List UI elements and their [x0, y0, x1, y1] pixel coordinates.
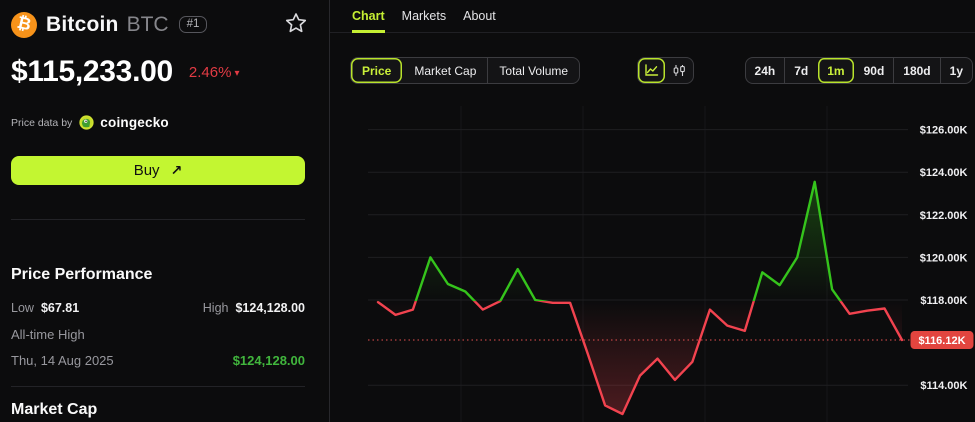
- down-arrow-icon: ▾: [234, 67, 240, 79]
- tab-chart[interactable]: Chart: [352, 9, 385, 33]
- y-axis-tick: $122.00K: [920, 210, 968, 222]
- metric-total-volume[interactable]: Total Volume: [487, 58, 579, 83]
- metric-market-cap[interactable]: Market Cap: [402, 58, 487, 83]
- current-price-badge-label: $116.12K: [918, 335, 965, 347]
- range-7d[interactable]: 7d: [784, 58, 817, 83]
- ath-label: All-time High: [11, 327, 85, 342]
- high-label: High: [202, 301, 229, 315]
- metric-toggle: Price Market Cap Total Volume: [350, 57, 581, 84]
- ath-row: Thu, 14 Aug 2025 $124,128.00: [11, 353, 305, 368]
- attribution: Price data by coingecko: [11, 115, 169, 130]
- ath-value: $124,128.00: [232, 353, 305, 368]
- price-performance-title: Price Performance: [11, 266, 153, 283]
- range-1m[interactable]: 1m: [817, 58, 853, 83]
- price-change: 2.46% ▾: [188, 63, 240, 81]
- range-1y[interactable]: 1y: [939, 58, 972, 83]
- market-cap-title: Market Cap: [11, 401, 98, 418]
- low-label: Low: [11, 301, 34, 315]
- low-value: $67.81: [40, 301, 80, 315]
- tab-bar: Chart Markets About: [330, 0, 975, 33]
- bitcoin-logo-icon: ₿: [11, 11, 37, 38]
- low-high-row: Low $67.81 High $124,128.00: [11, 301, 305, 315]
- metric-price[interactable]: Price: [351, 58, 402, 83]
- buy-button[interactable]: Buy ↗: [11, 156, 305, 185]
- price-chart[interactable]: $126.00K $124.00K $122.00K $120.00K $118.00K…: [330, 100, 975, 422]
- y-axis-tick: $124.00K: [920, 167, 968, 179]
- favorite-star-icon[interactable]: [285, 12, 307, 34]
- chart-type-line-chart[interactable]: [638, 58, 665, 83]
- range-90d[interactable]: 90d: [854, 58, 894, 83]
- ath-date: Thu, 14 Aug 2025: [11, 353, 114, 368]
- divider: [11, 386, 305, 387]
- coin-name: Bitcoin: [46, 12, 119, 36]
- y-axis-tick: $114.00K: [920, 380, 967, 392]
- time-range-toggle: 24h 7d 1m 90d 180d 1y: [744, 57, 973, 84]
- current-price: $115,233.00: [11, 55, 173, 88]
- coingecko-logo-icon: [79, 115, 94, 130]
- tab-about[interactable]: About: [463, 9, 496, 32]
- chart-type-candlestick[interactable]: [665, 58, 693, 83]
- attribution-brand: coingecko: [100, 115, 169, 130]
- rank-badge: #1: [178, 16, 208, 33]
- chart-panel: Chart Markets About Price Market Cap Total V…: [330, 0, 975, 422]
- coin-header: ₿ Bitcoin BTC #1: [11, 11, 208, 38]
- chart-type-toggle: [637, 57, 694, 84]
- y-axis-tick: $120.00K: [920, 252, 968, 264]
- y-axis-tick: $118.00K: [920, 295, 967, 307]
- coin-symbol: BTC: [126, 12, 169, 36]
- candlestick-icon: [673, 65, 685, 76]
- range-180d[interactable]: 180d: [893, 58, 939, 83]
- crypto-widget: ₿ Bitcoin BTC #1 $115,233.00 2.46% ▾ Pri…: [0, 0, 975, 422]
- y-axis-tick: $126.00K: [920, 125, 968, 137]
- line-chart-icon: [645, 64, 659, 76]
- tab-markets[interactable]: Markets: [402, 9, 446, 32]
- chart-fill-up: [415, 181, 841, 302]
- external-link-arrow-icon: ↗: [170, 162, 183, 178]
- high-value: $124,128.00: [235, 301, 305, 315]
- coin-summary-panel: ₿ Bitcoin BTC #1 $115,233.00 2.46% ▾ Pri…: [0, 0, 330, 422]
- divider: [11, 219, 305, 220]
- price-row: $115,233.00 2.46% ▾: [11, 55, 239, 89]
- range-24h[interactable]: 24h: [746, 58, 785, 83]
- attribution-text: Price data by: [11, 116, 73, 129]
